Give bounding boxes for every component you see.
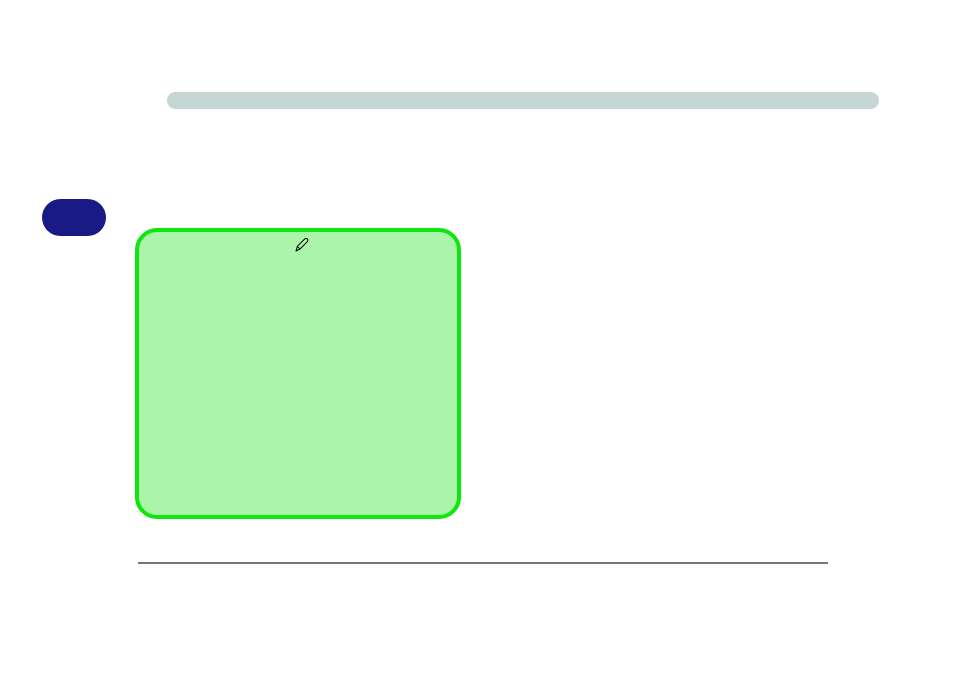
- pencil-icon[interactable]: [294, 237, 310, 253]
- divider: [138, 562, 828, 564]
- pill-button[interactable]: [42, 199, 106, 236]
- header-bar: [167, 92, 879, 109]
- content-box: [135, 228, 461, 519]
